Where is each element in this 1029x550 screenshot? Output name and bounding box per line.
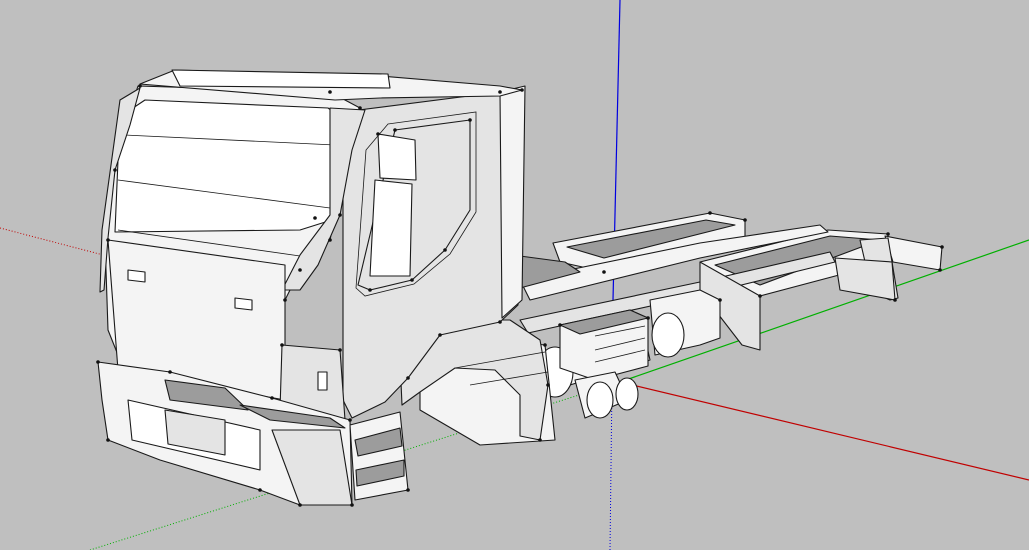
door-handle — [317, 371, 328, 391]
rear-hanger — [834, 257, 896, 301]
cab-rear-wall — [499, 85, 526, 319]
red-axis-positive — [619, 381, 1029, 481]
scene-canvas[interactable] — [0, 0, 1029, 550]
roof-spoiler — [171, 69, 391, 89]
side-mirror-lower — [369, 179, 413, 277]
small-cylinder-end — [615, 377, 639, 411]
rear-bumper-end — [884, 235, 943, 271]
modeling-viewport[interactable] — [0, 0, 1029, 550]
tank-rear-end — [651, 312, 685, 358]
small-cylinder-end — [586, 381, 614, 419]
badge-left — [127, 269, 146, 283]
windshield — [114, 99, 343, 233]
badge-right — [234, 297, 253, 311]
side-mirror-upper — [377, 133, 417, 181]
